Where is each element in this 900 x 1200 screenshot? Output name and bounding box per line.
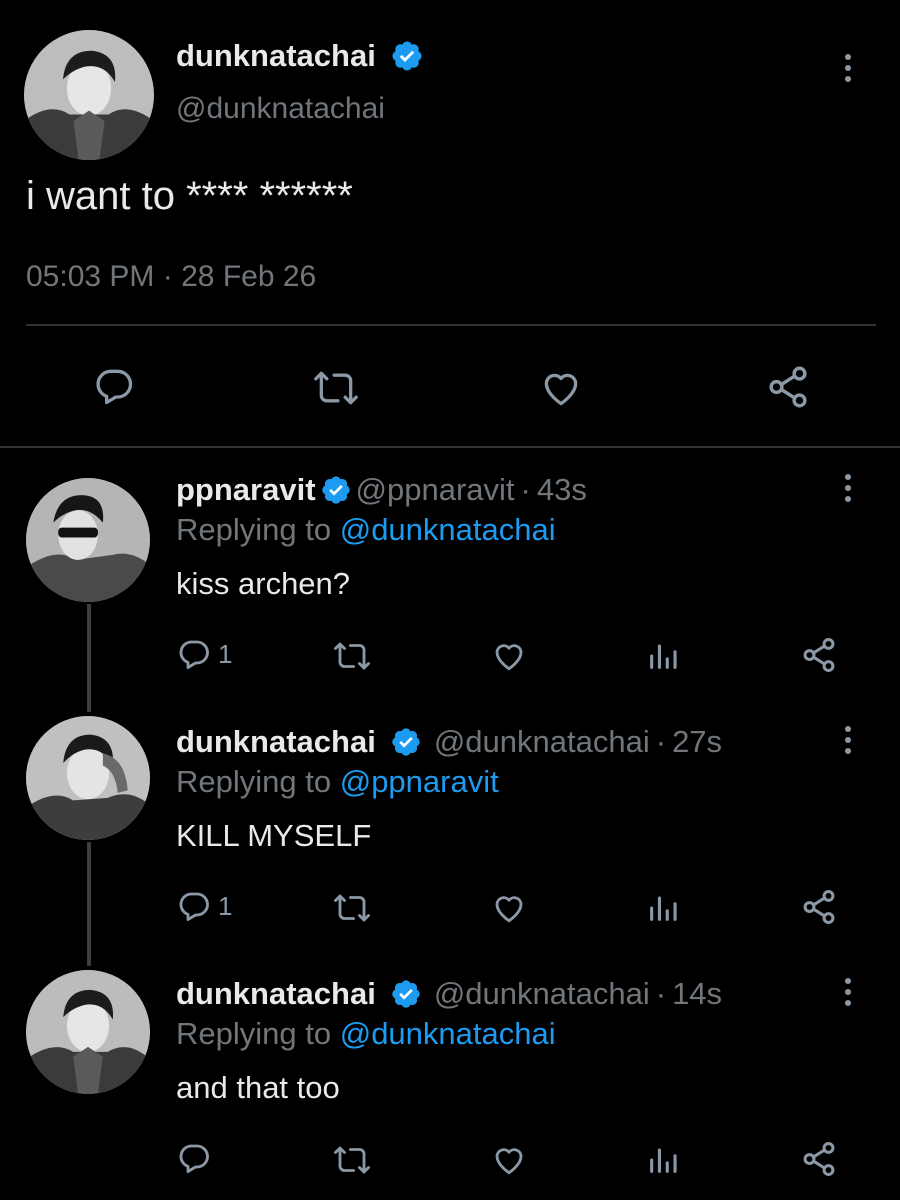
divider	[26, 324, 876, 326]
reply-icon	[96, 369, 133, 405]
thread-line	[87, 842, 91, 966]
share-icon	[803, 889, 835, 925]
share-button[interactable]	[764, 364, 812, 410]
avatar-photo	[26, 970, 150, 1094]
like-button[interactable]	[490, 890, 528, 926]
author-name[interactable]: dunknatachai	[176, 38, 424, 74]
avatar[interactable]	[26, 478, 150, 602]
like-icon	[544, 373, 578, 406]
author-handle[interactable]: @dunknatachai	[176, 92, 385, 126]
retweet-button[interactable]	[332, 890, 372, 926]
like-icon	[495, 644, 523, 671]
thread-line	[87, 604, 91, 712]
avatar[interactable]	[26, 716, 150, 840]
like-icon	[495, 1148, 523, 1175]
analytics-button[interactable]	[646, 890, 680, 926]
retweet-icon	[314, 371, 358, 405]
retweet-button[interactable]	[332, 1142, 372, 1178]
reply-button[interactable]: 1	[176, 636, 232, 672]
reply-time[interactable]: 27s	[672, 724, 722, 759]
share-icon	[769, 366, 807, 408]
analytics-icon	[650, 1148, 677, 1173]
like-icon	[495, 896, 523, 923]
retweet-icon	[334, 1146, 370, 1174]
reply-time[interactable]: 14s	[672, 976, 722, 1011]
analytics-icon	[650, 644, 677, 669]
author-name-text[interactable]: dunknatachai	[176, 38, 376, 73]
replying-to-label: Replying to	[176, 1016, 332, 1051]
divider	[0, 446, 900, 448]
reply-time[interactable]: 43s	[537, 472, 587, 507]
retweet-icon	[334, 642, 370, 670]
retweet-button[interactable]	[332, 638, 372, 674]
replying-to-link[interactable]: @dunknatachai	[340, 512, 556, 547]
share-button[interactable]	[800, 888, 838, 926]
author-name[interactable]: ppnaravit	[176, 472, 316, 507]
more-options-icon[interactable]	[838, 726, 858, 754]
reply-header: ppnaravit @ppnaravit · 43s	[176, 472, 587, 508]
reply-icon	[179, 1144, 209, 1173]
time-separator: ·	[655, 976, 667, 1011]
share-button[interactable]	[800, 1140, 838, 1178]
verified-badge-icon	[392, 980, 420, 1008]
verified-badge-icon	[392, 41, 422, 71]
avatar-photo	[26, 478, 150, 602]
replying-to: Replying to @dunknatachai	[176, 512, 556, 548]
reply-count: 1	[218, 638, 233, 669]
replying-to-label: Replying to	[176, 512, 332, 547]
reply-text: and that too	[176, 1070, 340, 1105]
reply-header: dunknatachai @dunknatachai · 14s	[176, 976, 722, 1012]
avatar[interactable]	[24, 30, 154, 160]
like-button[interactable]	[538, 366, 584, 410]
more-options-icon[interactable]	[838, 54, 858, 82]
reply-text: kiss archen?	[176, 566, 351, 601]
reply-header: dunknatachai @dunknatachai · 27s	[176, 724, 722, 760]
avatar[interactable]	[26, 970, 150, 1094]
like-button[interactable]	[490, 1142, 528, 1178]
reply-button[interactable]	[92, 364, 136, 408]
analytics-icon	[650, 896, 677, 921]
retweet-icon	[334, 894, 370, 922]
replying-to: Replying to @ppnaravit	[176, 764, 499, 800]
share-icon	[803, 637, 835, 673]
reply-button[interactable]	[176, 1140, 218, 1176]
like-button[interactable]	[490, 638, 528, 674]
analytics-button[interactable]	[646, 638, 680, 674]
timestamp-separator: ·	[162, 260, 173, 293]
author-handle[interactable]: @dunknatachai	[434, 724, 650, 759]
reply-icon	[179, 892, 209, 921]
verified-badge-icon	[392, 728, 420, 756]
reply-icon	[179, 640, 209, 669]
reply-text: KILL MYSELF	[176, 818, 372, 853]
verified-badge-icon	[321, 476, 350, 504]
reply-button[interactable]: 1	[176, 888, 232, 924]
replying-to-link[interactable]: @dunknatachai	[340, 1016, 556, 1051]
share-button[interactable]	[800, 636, 838, 674]
more-options-icon[interactable]	[838, 474, 858, 502]
share-icon	[803, 1141, 835, 1177]
reply-count: 1	[218, 890, 233, 921]
tweet-date[interactable]: 28 Feb 26	[181, 260, 316, 293]
author-handle[interactable]: @ppnaravit	[356, 472, 515, 507]
author-handle[interactable]: @dunknatachai	[434, 976, 650, 1011]
analytics-button[interactable]	[646, 1142, 680, 1178]
tweet-text: i want to **** ******	[26, 174, 353, 218]
retweet-button[interactable]	[312, 366, 360, 410]
replying-to: Replying to @dunknatachai	[176, 1016, 556, 1052]
avatar-photo	[26, 716, 150, 840]
replying-to-label: Replying to	[176, 764, 332, 799]
time-separator: ·	[655, 724, 667, 759]
more-options-icon[interactable]	[838, 978, 858, 1006]
tweet-time: 05:03 PM	[26, 260, 155, 293]
avatar-photo	[24, 30, 154, 160]
author-name[interactable]: dunknatachai	[176, 976, 376, 1011]
author-name[interactable]: dunknatachai	[176, 724, 376, 759]
tweet-timestamp: 05:03 PM · 28 Feb 26	[26, 260, 316, 294]
time-separator: ·	[520, 472, 531, 507]
replying-to-link[interactable]: @ppnaravit	[340, 764, 499, 799]
